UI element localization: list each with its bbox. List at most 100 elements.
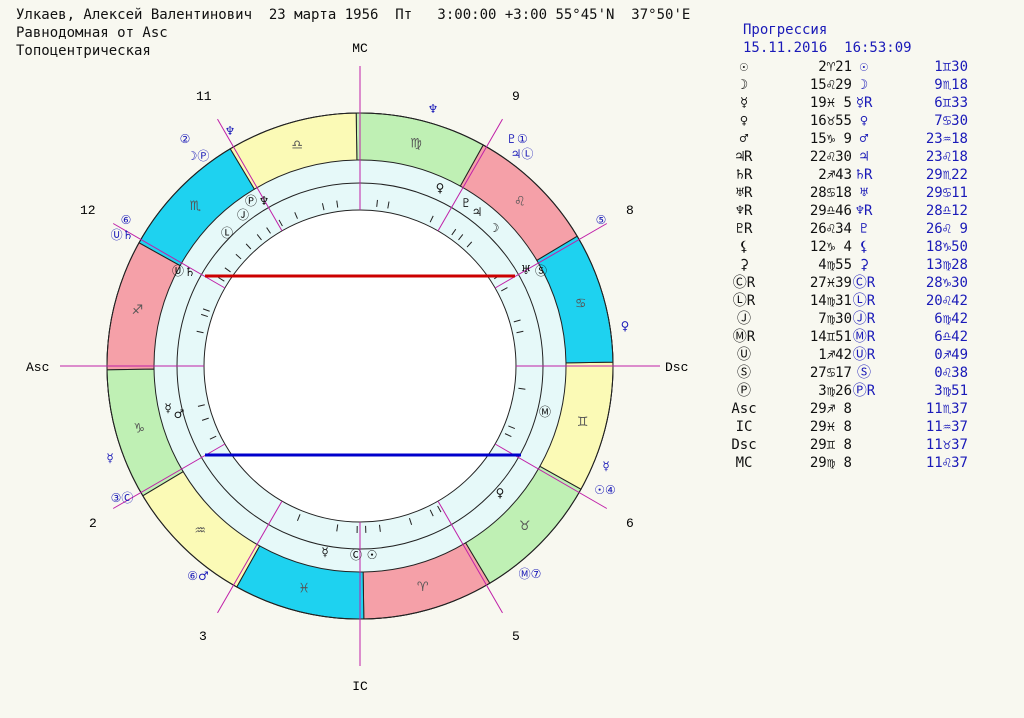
natal-position: 12♑ 4 [809,239,852,255]
progressed-symbol: ⒸR [852,275,876,291]
progressed-row: 11♌37 [850,454,968,472]
natal-row: IC 29♓ 8 [722,418,852,436]
progressed-symbol: ⚸ [858,239,870,255]
progressed-symbol: ⚳ [858,257,870,273]
natal-symbol: Dsc [731,437,757,453]
progressed-symbol: ♃ [859,149,869,165]
progressed-symbol [850,454,878,472]
outer-planet-mars: ⑥♂ [187,569,209,583]
natal-row: ⓂR 14♊51 [722,328,852,346]
progressed-position: 0♐49 [934,347,968,363]
progressed-row: ♇ 26♌ 9 [850,220,968,238]
natal-row: ♅R 28♋18 [722,184,852,202]
sign-glyph: ♓ [298,582,310,597]
progressed-row: ⚳ 13♍28 [850,256,968,274]
dsc-label: Dsc [665,360,688,375]
natal-position: 16♉55 [809,113,852,129]
natal-symbol: IC [735,419,753,435]
natal-row: ⒸR 27♓39 [722,274,852,292]
outer-planet-venus: ♀ [621,319,630,333]
natal-position: 19♓ 5 [809,95,852,111]
inner-planet-uranus: ♅ [521,263,532,277]
natal-position: 29♓ 8 [809,419,852,435]
sign-glyph: ♐ [132,303,144,318]
outer-planet-pluto: ♇① [506,132,528,146]
progressed-row: ♅ 29♋11 [850,184,968,202]
house-number-8: 8 [626,203,634,218]
progressed-row: ⒸR 28♑30 [850,274,968,292]
center-disc [203,209,517,523]
progressed-position: 28♑30 [925,275,968,291]
natal-row: MC 29♍ 8 [722,454,852,472]
outer-planet-jupiter: ♃Ⓛ [511,147,534,161]
outer-planet-asteroid-6: ⑥ [121,213,132,227]
progression-date: 15.11.2016 16:53:09 [743,40,912,56]
progressed-row: ♃ 23♌18 [850,148,968,166]
natal-row: ♇R 26♌34 [722,220,852,238]
progressed-symbol: ⓊR [852,347,876,363]
progressed-symbol: ☽ [859,77,869,93]
house-number-5: 5 [512,629,520,644]
progressed-position: 29♋11 [925,185,968,201]
inner-planet-juno: Ⓙ [237,208,249,222]
natal-position: 29♐ 8 [809,401,852,417]
sign-glyph: ♉ [519,519,531,534]
sign-glyph: ♎ [291,138,303,153]
progressed-position: 11♏37 [925,401,968,417]
natal-symbol: ☉ [739,59,749,75]
outer-planet-asteroid-5: ⑤ [596,213,607,227]
inner-planet-mercury: ☿ [321,545,328,559]
inner-planet-saturn: ♄ [185,265,196,279]
natal-chart-wheel: ♈ ♉ ♊ ♋ ♌ ♍ ♎ ♏ ♐ ♑ ♒ ♓ MC IC Asc Dsc 2 3 5 6 8 9 1… [26,41,688,694]
progressed-symbol: ♂ [859,131,869,147]
outer-planet-mars-asteroid: Ⓜ⑦ [519,567,542,581]
natal-symbol: ♂ [739,131,749,147]
natal-symbol: Ⓤ [737,347,751,363]
progressed-position: 11♌37 [925,455,968,471]
progressed-positions-table: ☉ 1♊30 ☽ 9♏18 ☿R 6♊33 ♀ 7♋30 ♂ 23♒18 ♃ 23♌18 ♄R 29♏22… [850,58,968,472]
progressed-position: 1♊30 [934,59,968,75]
natal-symbol: Ⓟ [737,383,751,399]
progressed-position: 11♉37 [925,437,968,453]
progressed-row: ⓊR 0♐49 [850,346,968,364]
natal-positions-table: ☉ 2♈21 ☽ 15♌29 ☿ 19♓ 5 ♀ 16♉55 ♂ 15♑ 9 ♃R 22♌30 ♄R 2♐… [722,58,852,472]
progressed-row: ♂ 23♒18 [850,130,968,148]
progressed-row: 11♒37 [850,418,968,436]
progressed-row: ♄R 29♏22 [850,166,968,184]
progressed-row: ⓂR 6♎42 [850,328,968,346]
progressed-position: 18♑50 [925,239,968,255]
inner-planet-pallas: ♀ [436,181,445,195]
house-number-12: 12 [80,203,96,218]
natal-row: Ⓢ 27♋17 [722,364,852,382]
natal-symbol: ☽ [739,77,749,93]
natal-symbol: ☿ [739,95,749,111]
natal-symbol: ⓁR [732,293,756,309]
natal-position: 26♌34 [809,221,852,237]
outer-planet-moon: ☽Ⓟ [187,149,210,163]
natal-position: 27♓39 [809,275,852,291]
inner-planet-venus: ♀ [496,486,505,500]
outer-planet-neptune: ♆ [225,124,236,138]
inner-planet-mammon: Ⓜ [539,405,551,419]
natal-row: Dsc 29♊ 8 [722,436,852,454]
natal-position: 29♊ 8 [809,437,852,453]
mc-label: MC [352,41,368,56]
progressed-row: 11♉37 [850,436,968,454]
natal-row: ♀ 16♉55 [722,112,852,130]
outer-planet-saturn: Ⓤ♄ [111,228,134,242]
natal-row: ♆R 29♎46 [722,202,852,220]
progressed-position: 6♍42 [934,311,968,327]
outer-planet-chiron: ☿ [106,451,113,465]
natal-row: Ⓟ 3♍26 [722,382,852,400]
progressed-symbol: ♇ [859,221,869,237]
progressed-row: ☉ 1♊30 [850,58,968,76]
natal-row: Ⓙ 7♍30 [722,310,852,328]
natal-symbol: ♃R [735,149,753,165]
natal-position: 4♍55 [818,257,852,273]
progressed-row: ⓅR 3♍51 [850,382,968,400]
progressed-position: 26♌ 9 [925,221,968,237]
progressed-symbol: Ⓢ [857,365,871,381]
sign-glyph: ♒ [194,524,206,539]
sign-glyph: ♈ [417,580,429,595]
natal-row: ⚳ 4♍55 [722,256,852,274]
